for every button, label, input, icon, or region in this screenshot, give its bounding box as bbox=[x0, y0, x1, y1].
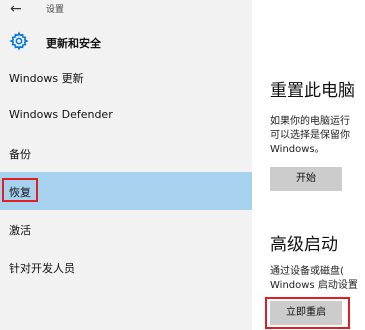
app-title: 设置 bbox=[46, 5, 65, 15]
section-header: 更新和安全 bbox=[0, 26, 252, 62]
settings-window: ← 设置 更新和安全 Windows 更新 Windows Defender 备… bbox=[0, 0, 365, 330]
sidebar-item-activation[interactable]: 激活 bbox=[0, 210, 252, 248]
advanced-desc-line: 通过设备或磁盘( bbox=[270, 266, 344, 277]
sidebar-item-label: Windows 更新 bbox=[9, 72, 84, 85]
reset-start-button[interactable]: 开始 bbox=[270, 167, 342, 191]
back-arrow-icon[interactable]: ← bbox=[10, 1, 22, 17]
sidebar-item-backup[interactable]: 备份 bbox=[0, 134, 252, 172]
sidebar-item-label: 恢复 bbox=[9, 186, 31, 199]
gear-icon bbox=[9, 31, 29, 51]
reset-desc-line: 可以选择是保留你 bbox=[270, 130, 350, 141]
sidebar-item-for-developers[interactable]: 针对开发人员 bbox=[0, 248, 252, 286]
sidebar-item-recovery[interactable]: 恢复 bbox=[0, 172, 252, 210]
sidebar-item-label: 备份 bbox=[9, 148, 31, 161]
sidebar-item-label: 激活 bbox=[9, 224, 31, 237]
advanced-startup-description: 通过设备或磁盘( Windows 启动设置 bbox=[270, 265, 358, 293]
reset-desc-line: Windows。 bbox=[270, 144, 325, 155]
sidebar-item-label: 针对开发人员 bbox=[9, 262, 75, 275]
sidebar-item-label: Windows Defender bbox=[9, 108, 113, 121]
highlight-box bbox=[265, 297, 350, 329]
sidebar-item-windows-update[interactable]: Windows 更新 bbox=[0, 58, 252, 96]
reset-desc-line: 如果你的电脑运行 bbox=[270, 116, 350, 127]
sidebar-nav: Windows 更新 Windows Defender 备份 恢复 激活 针对开… bbox=[0, 58, 252, 286]
section-title: 更新和安全 bbox=[46, 37, 101, 50]
advanced-startup-heading: 高级启动 bbox=[270, 235, 338, 255]
sidebar-item-windows-defender[interactable]: Windows Defender bbox=[0, 96, 252, 134]
title-bar: ← 设置 bbox=[0, 0, 252, 22]
reset-pc-heading: 重置此电脑 bbox=[270, 81, 355, 101]
reset-pc-description: 如果你的电脑运行 可以选择是保留你 Windows。 bbox=[270, 115, 350, 157]
content-pane: 重置此电脑 如果你的电脑运行 可以选择是保留你 Windows。 开始 高级启动… bbox=[252, 0, 365, 330]
sidebar: ← 设置 更新和安全 Windows 更新 Windows Defender 备… bbox=[0, 0, 252, 330]
advanced-desc-line: Windows 启动设置 bbox=[270, 280, 358, 291]
